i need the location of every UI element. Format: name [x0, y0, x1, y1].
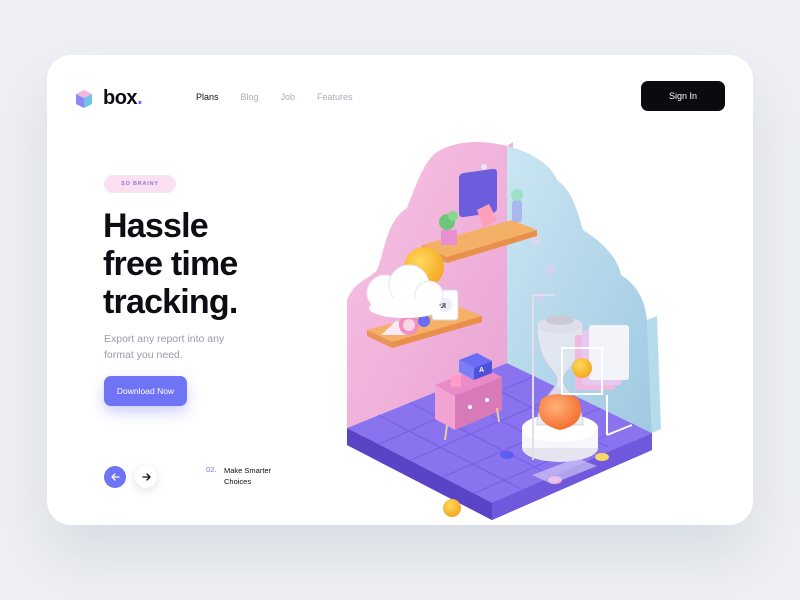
prev-button[interactable]	[104, 466, 126, 488]
box-letter: A	[479, 367, 484, 374]
nav-item-blog[interactable]: Blog	[241, 92, 259, 102]
headline-line-2: free time	[103, 245, 238, 283]
arrow-left-icon	[110, 473, 120, 481]
step-text: Make Smarter Choices	[224, 466, 272, 486]
hero-description: Export any report into any format you ne…	[104, 333, 225, 361]
arrow-right-icon	[141, 473, 151, 481]
headline-line-3: tracking.	[103, 283, 238, 321]
cube-logo-icon	[76, 89, 92, 108]
tag-badge: SO BRAINY	[104, 175, 176, 193]
isometric-room-illustration: UI A	[347, 142, 661, 520]
download-button[interactable]: Download Now	[104, 376, 187, 406]
yellow-ball	[443, 499, 461, 517]
brand-name: box.	[103, 87, 143, 109]
logo[interactable]: box.	[75, 87, 143, 110]
next-button[interactable]	[135, 466, 157, 488]
nav-item-job[interactable]: Job	[281, 92, 296, 102]
hero-headline: Hassle free time tracking.	[103, 207, 303, 321]
nav-item-plans[interactable]: Plans	[196, 92, 219, 102]
headline-line-1: Hassle	[103, 207, 209, 245]
hero-card: box. Plans Blog Job Features Sign In SO …	[47, 55, 753, 525]
step-number: 02.	[206, 465, 217, 474]
